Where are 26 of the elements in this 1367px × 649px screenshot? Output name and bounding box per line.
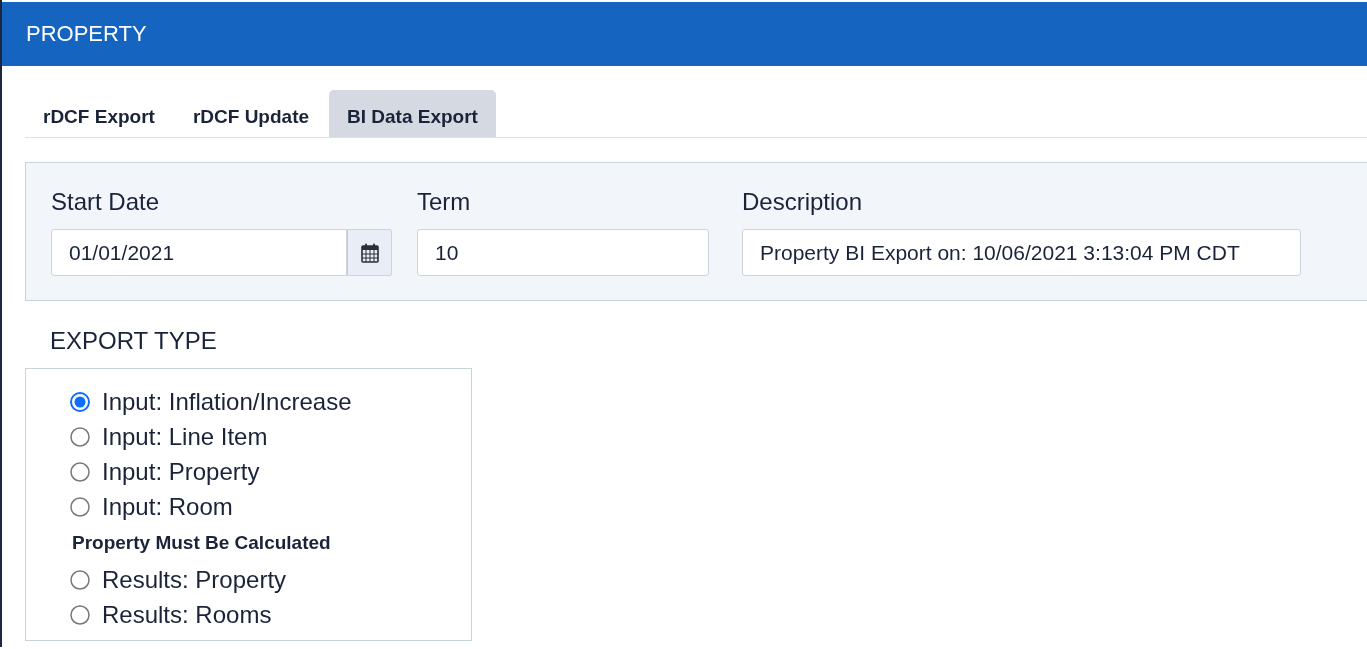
radio-button[interactable] [70, 604, 90, 625]
radio-label: Input: Inflation/Increase [102, 387, 352, 416]
tab[interactable]: rDCF Export [25, 90, 173, 137]
calendar-button[interactable] [347, 229, 392, 276]
field-label: Start Date [51, 187, 161, 217]
description-field[interactable]: Property BI Export on: 10/06/2021 3:13:04 PM CDT [742, 229, 1301, 276]
radio-label: Input: Line Item [102, 422, 268, 451]
field-label: Description [742, 187, 864, 217]
radio-label: Input: Room [102, 492, 233, 521]
radio-label: Results: Property [102, 565, 287, 594]
radio-button[interactable] [70, 461, 90, 482]
term-field[interactable]: 10 [417, 229, 709, 276]
radio-label: Input: Property [102, 457, 260, 486]
radio-label: Results: Rooms [102, 600, 272, 629]
section-title: EXPORT TYPE [50, 326, 217, 356]
field-label: Term [417, 187, 472, 217]
group-heading: Property Must Be Calculated [72, 531, 331, 555]
calendar-icon [360, 242, 379, 263]
radio-button[interactable] [70, 496, 90, 517]
radio-button[interactable] [70, 426, 90, 447]
tab[interactable]: BI Data Export [329, 90, 496, 137]
radio-button[interactable] [70, 391, 90, 412]
radio-button[interactable] [70, 569, 90, 590]
tab[interactable]: rDCF Update [174, 90, 328, 137]
start-date-field[interactable]: 01/01/2021 [51, 229, 347, 276]
page-title: PROPERTY [26, 21, 147, 47]
